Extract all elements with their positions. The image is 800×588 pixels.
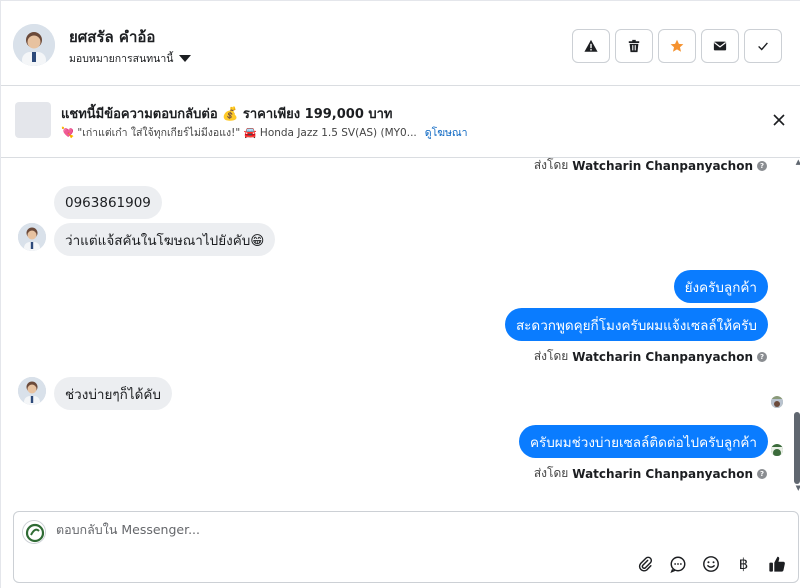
info-icon[interactable]: ?	[757, 160, 767, 171]
header-actions	[572, 29, 782, 63]
contact-avatar[interactable]	[13, 24, 55, 66]
reply-input[interactable]	[56, 522, 656, 537]
outgoing-message[interactable]: สะดวกพูดคุยกี่โมงครับผมแจ้งเซลล์ให้ครับ	[504, 308, 768, 341]
view-ad-link[interactable]: ดูโฆษณา	[425, 127, 468, 139]
thumbs-up-icon	[768, 556, 785, 572]
caret-down-icon	[179, 55, 192, 62]
page-avatar	[22, 520, 46, 544]
scroll-up-arrow-icon[interactable]: ▲	[796, 158, 800, 166]
read-receipt-avatar	[771, 396, 783, 408]
reply-composer: ฿	[13, 511, 799, 583]
chat-bubble-icon	[669, 556, 685, 573]
saved-replies-button[interactable]	[668, 554, 687, 573]
warning-icon	[584, 39, 598, 52]
scroll-thumb[interactable]	[794, 412, 800, 484]
ad-subtitle: 💘 "เก่าแต่เก๋า ใส่ใจ้ทุกเกียร์ไม่มีงอแง!…	[61, 124, 468, 141]
scroll-down-arrow-icon[interactable]: ▼	[796, 484, 800, 492]
incoming-message[interactable]: ว่าแต่แจ้สคันในโฆษณาไปยังคับ😁	[54, 223, 276, 256]
agent-name: Watcharin Chanpanyachon	[572, 349, 753, 364]
ad-thumbnail[interactable]	[15, 102, 51, 138]
assign-conversation-dropdown[interactable]: มอบหมายการสนทนานี้	[69, 50, 192, 67]
trash-icon	[628, 39, 640, 53]
incoming-message[interactable]: ช่วงบ่ายๆก็ได้คับ	[54, 377, 172, 410]
agent-name: Watcharin Chanpanyachon	[572, 466, 753, 481]
info-icon[interactable]: ?	[757, 468, 767, 479]
contact-name[interactable]: ยศสรัล คำอ้อ	[69, 25, 155, 49]
ad-description: 💘 "เก่าแต่เก๋า ใส่ใจ้ทุกเกียร์ไม่มีงอแง!…	[61, 127, 417, 139]
sent-by-label: ส่งโดย Watcharin Chanpanyachon ?	[534, 347, 767, 366]
composer-tools: ฿	[635, 554, 786, 573]
payment-button[interactable]: ฿	[734, 554, 753, 573]
sent-by-label: ส่งโดย Watcharin Chanpanyachon ?	[534, 158, 767, 175]
conversation-header: ยศสรัล คำอ้อ มอบหมายการสนทนานี้	[1, 0, 800, 86]
message-thread: ส่งโดย Watcharin Chanpanyachon ? 0963861…	[1, 158, 800, 504]
mark-unread-button[interactable]	[701, 29, 739, 63]
attach-button[interactable]	[635, 554, 654, 573]
thumbs-up-button[interactable]	[767, 554, 786, 573]
incoming-message[interactable]: 0963861909	[54, 186, 162, 219]
close-icon	[773, 114, 785, 126]
baht-icon: ฿	[738, 554, 749, 573]
delete-button[interactable]	[615, 29, 653, 63]
sent-by-label: ส่งโดย Watcharin Chanpanyachon ?	[534, 464, 767, 483]
assign-label: มอบหมายการสนทนานี้	[69, 53, 174, 65]
star-button[interactable]	[658, 29, 696, 63]
emoji-button[interactable]	[701, 554, 720, 573]
read-receipt-avatar	[771, 444, 783, 456]
ad-title: แชทนี้มีข้อความตอบกลับต่อ 💰 ราคาเพียง 19…	[61, 107, 393, 122]
messenger-conversation-panel: ยศสรัล คำอ้อ มอบหมายการสนทนานี้ แชทนี้มี…	[0, 0, 800, 588]
close-banner-button[interactable]	[771, 112, 787, 128]
contact-avatar-small[interactable]	[18, 223, 46, 251]
check-icon	[758, 42, 768, 51]
thread-scrollbar[interactable]: ▲ ▼	[793, 158, 800, 504]
info-icon[interactable]: ?	[757, 351, 767, 362]
contact-avatar-small[interactable]	[18, 377, 46, 405]
report-spam-button[interactable]	[572, 29, 610, 63]
envelope-icon	[713, 41, 727, 51]
outgoing-message[interactable]: ครับผมช่วงบ่ายเซลล์ติดต่อไปครับลูกค้า	[518, 425, 768, 458]
agent-name: Watcharin Chanpanyachon	[572, 158, 753, 173]
paperclip-icon	[638, 556, 652, 572]
star-icon	[670, 39, 684, 52]
smiley-icon	[702, 555, 719, 572]
outgoing-message[interactable]: ยังครับลูกค้า	[673, 270, 768, 303]
mark-done-button[interactable]	[744, 29, 782, 63]
ad-context-banner: แชทนี้มีข้อความตอบกลับต่อ 💰 ราคาเพียง 19…	[1, 86, 800, 158]
